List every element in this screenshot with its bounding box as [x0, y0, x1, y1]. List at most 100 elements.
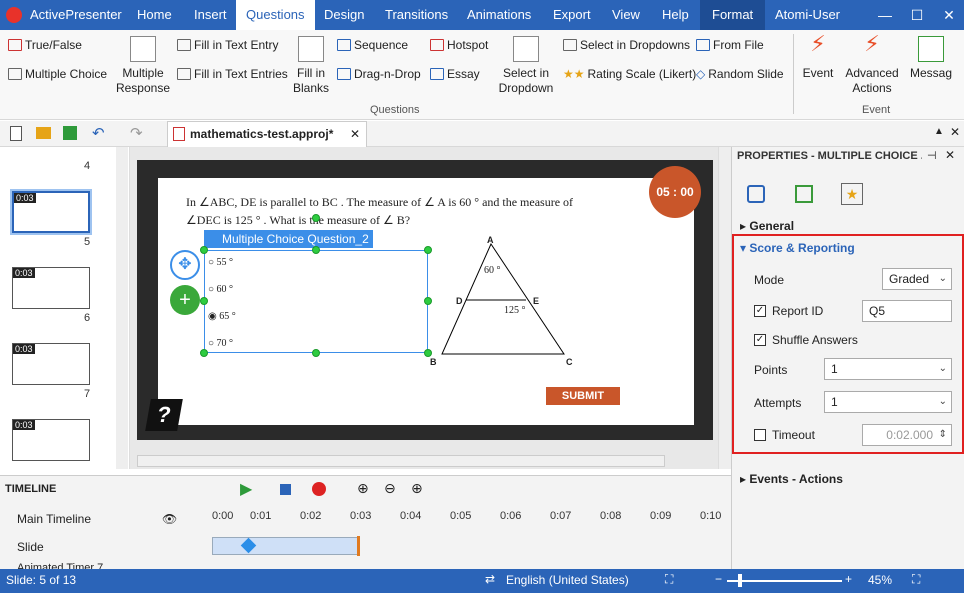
slide-thumb-5[interactable]: 0:03	[10, 189, 92, 235]
fullscreen-icon[interactable]: ⛶	[912, 572, 920, 587]
slide-track-bar[interactable]	[212, 537, 360, 555]
slide-thumb-8[interactable]: 0:03	[12, 419, 90, 461]
tab-transitions[interactable]: Transitions	[385, 0, 448, 30]
mode-label: Mode	[754, 273, 785, 287]
pin-icon[interactable]: ⊣	[927, 149, 937, 162]
ribbon: True/False Multiple Choice Multiple Resp…	[0, 30, 964, 120]
tab-animations[interactable]: Animations	[467, 0, 531, 30]
shuffle-answers-checkbox[interactable]: ✓	[754, 334, 766, 346]
canvas-vscrollbar[interactable]	[718, 147, 731, 469]
submit-button[interactable]: SUBMIT	[546, 387, 620, 405]
close-tab-icon[interactable]: ✕	[350, 122, 360, 146]
zoom-in-button[interactable]: +	[845, 572, 852, 586]
zoom-slider-thumb[interactable]	[738, 574, 742, 587]
option-60[interactable]: ○ 60 °	[208, 284, 233, 295]
tab-help[interactable]: Help	[662, 0, 689, 30]
resize-handle[interactable]	[312, 349, 320, 357]
sequence-button[interactable]: Sequence	[337, 38, 408, 52]
minimize-icon[interactable]: —	[870, 0, 900, 30]
move-icon[interactable]: ✥	[170, 250, 200, 280]
rating-scale-button[interactable]: ★★ Rating Scale (Likert)	[563, 67, 696, 81]
report-id-checkbox[interactable]: ✓	[754, 305, 766, 317]
multiple-response-button[interactable]: Multiple Response	[114, 36, 172, 96]
tab-export[interactable]: Export	[553, 0, 591, 30]
tab-insert[interactable]: Insert	[194, 0, 227, 30]
open-icon[interactable]	[36, 127, 51, 139]
mc-question-box[interactable]: ○ 55 ° ○ 60 ° ◉ 65 ° ○ 70 °	[204, 250, 428, 353]
canvas-hscrollbar[interactable]	[137, 455, 665, 467]
resize-handle[interactable]	[312, 246, 320, 254]
option-65[interactable]: ◉ 65 °	[208, 311, 236, 322]
general-section[interactable]: ▸ General	[740, 219, 794, 233]
close-panel-icon[interactable]: ✕	[945, 148, 955, 162]
hotspot-button[interactable]: Hotspot	[430, 38, 488, 52]
multiple-choice-button[interactable]: Multiple Choice	[8, 67, 107, 81]
redo-icon[interactable]: ↷	[130, 124, 143, 142]
slide-thumb-7[interactable]: 0:03	[12, 343, 90, 385]
option-55[interactable]: ○ 55 °	[208, 257, 233, 268]
panel-close-icon[interactable]: ✕	[950, 125, 960, 139]
fill-blanks-button[interactable]: Fill in Blanks	[290, 36, 332, 96]
tab-home[interactable]: Home	[137, 0, 172, 30]
random-slide-button[interactable]: ◇ Random Slide	[696, 67, 784, 81]
zoom-slider[interactable]	[727, 580, 842, 582]
tab-view[interactable]: View	[612, 0, 640, 30]
resize-handle[interactable]	[424, 246, 432, 254]
add-icon[interactable]: +	[170, 285, 200, 315]
slide-thumb-6[interactable]: 0:03	[12, 267, 90, 309]
attempts-select[interactable]: 1 ⌄	[824, 391, 952, 413]
panel-menu-icon[interactable]: ▲	[934, 126, 944, 137]
interactivity-star-icon[interactable]: ★	[841, 183, 863, 205]
true-false-button[interactable]: True/False	[8, 38, 82, 52]
fit-icon[interactable]: ⛶	[665, 572, 673, 587]
tab-design[interactable]: Design	[324, 0, 364, 30]
select-dropdown-button[interactable]: Select in Dropdown	[496, 36, 556, 96]
eye-icon[interactable]: 👁	[162, 512, 177, 526]
document-tab[interactable]: mathematics-test.approj* ✕	[167, 121, 367, 147]
size-position-icon[interactable]	[795, 185, 813, 203]
zoom-out-button[interactable]: −	[715, 572, 722, 586]
new-icon[interactable]	[10, 126, 22, 141]
undo-icon[interactable]: ↶	[92, 124, 105, 142]
user-name[interactable]: Atomi-User	[775, 0, 840, 30]
resize-handle[interactable]	[424, 297, 432, 305]
resize-handle[interactable]	[200, 349, 208, 357]
play-icon[interactable]: ▶	[240, 479, 252, 499]
message-button[interactable]: Messag	[906, 36, 956, 81]
maximize-icon[interactable]: ☐	[902, 0, 932, 30]
fill-text-entries-button[interactable]: Fill in Text Entries	[177, 67, 288, 81]
resize-handle[interactable]	[200, 246, 208, 254]
save-icon[interactable]	[63, 126, 77, 140]
zoom-fit-icon[interactable]: ⊕	[411, 480, 423, 497]
resize-handle[interactable]	[424, 349, 432, 357]
mc-question-label[interactable]: Multiple Choice Question_2	[204, 230, 373, 248]
zoom-in-icon[interactable]: ⊕	[357, 480, 369, 497]
score-reporting-section[interactable]: ▾ Score & Reporting	[740, 241, 855, 255]
drag-n-drop-button[interactable]: Drag-n-Drop	[337, 67, 421, 81]
tab-format[interactable]: Format	[700, 0, 766, 30]
select-dropdowns-button[interactable]: Select in Dropdowns	[563, 38, 690, 52]
mode-select[interactable]: Graded ⌄	[882, 268, 952, 290]
event-button[interactable]: ⚡ Event	[798, 33, 838, 81]
tab-questions[interactable]: Questions	[236, 0, 315, 30]
close-icon[interactable]: ✕	[934, 0, 964, 30]
rotate-handle[interactable]	[312, 214, 320, 222]
timeout-input[interactable]: 0:02.000 ⇕	[862, 424, 952, 446]
resize-handle[interactable]	[200, 297, 208, 305]
playhead-marker[interactable]	[357, 536, 360, 556]
report-id-input[interactable]: Q5	[862, 300, 952, 322]
stop-icon[interactable]	[280, 484, 291, 495]
points-select[interactable]: 1 ⌄	[824, 358, 952, 380]
timeout-checkbox[interactable]	[754, 429, 766, 441]
advanced-actions-button[interactable]: ⚡ Advanced Actions	[842, 33, 902, 96]
from-file-button[interactable]: From File	[696, 38, 764, 52]
essay-button[interactable]: Essay	[430, 67, 480, 81]
language-label[interactable]: English (United States)	[506, 573, 629, 587]
zoom-out-icon[interactable]: ⊖	[384, 480, 396, 497]
fill-bucket-icon[interactable]	[747, 185, 765, 203]
events-actions-section[interactable]: ▸ Events - Actions	[740, 472, 843, 486]
slide-panel-scrollbar[interactable]	[116, 147, 128, 469]
fill-text-entry-button[interactable]: Fill in Text Entry	[177, 38, 278, 52]
option-70[interactable]: ○ 70 °	[208, 338, 233, 349]
record-icon[interactable]	[312, 482, 326, 496]
